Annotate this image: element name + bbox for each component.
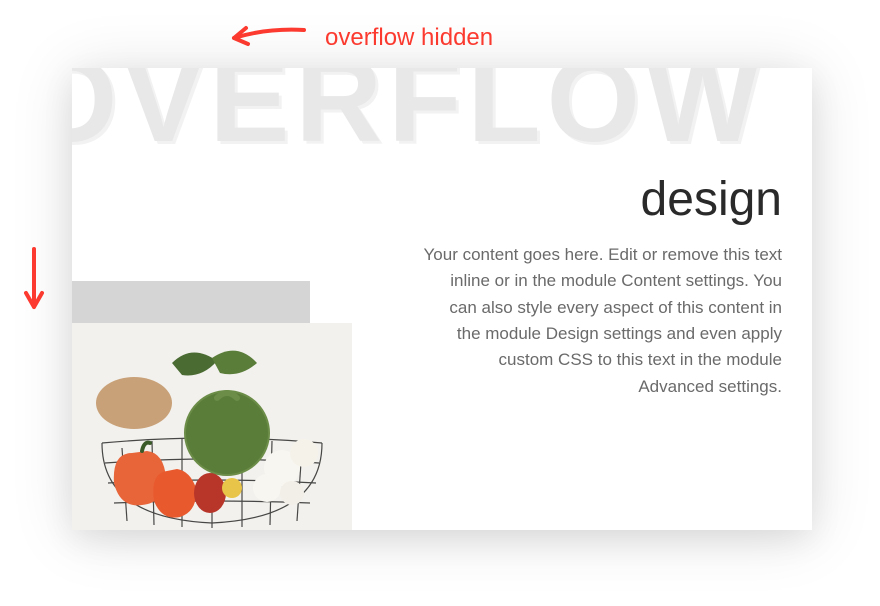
arrow-left-icon xyxy=(226,22,306,50)
overflow-watermark: OVERFLOW xyxy=(72,68,765,160)
gray-accent-block xyxy=(72,281,310,323)
section-heading: design xyxy=(641,172,782,227)
arrow-down-icon xyxy=(20,245,48,315)
content-card: OVERFLOW design Your content goes here. … xyxy=(72,68,812,530)
produce-photo xyxy=(72,323,352,530)
body-copy: Your content goes here. Edit or remove t… xyxy=(422,242,782,400)
annotation-label: overflow hidden xyxy=(325,24,493,52)
